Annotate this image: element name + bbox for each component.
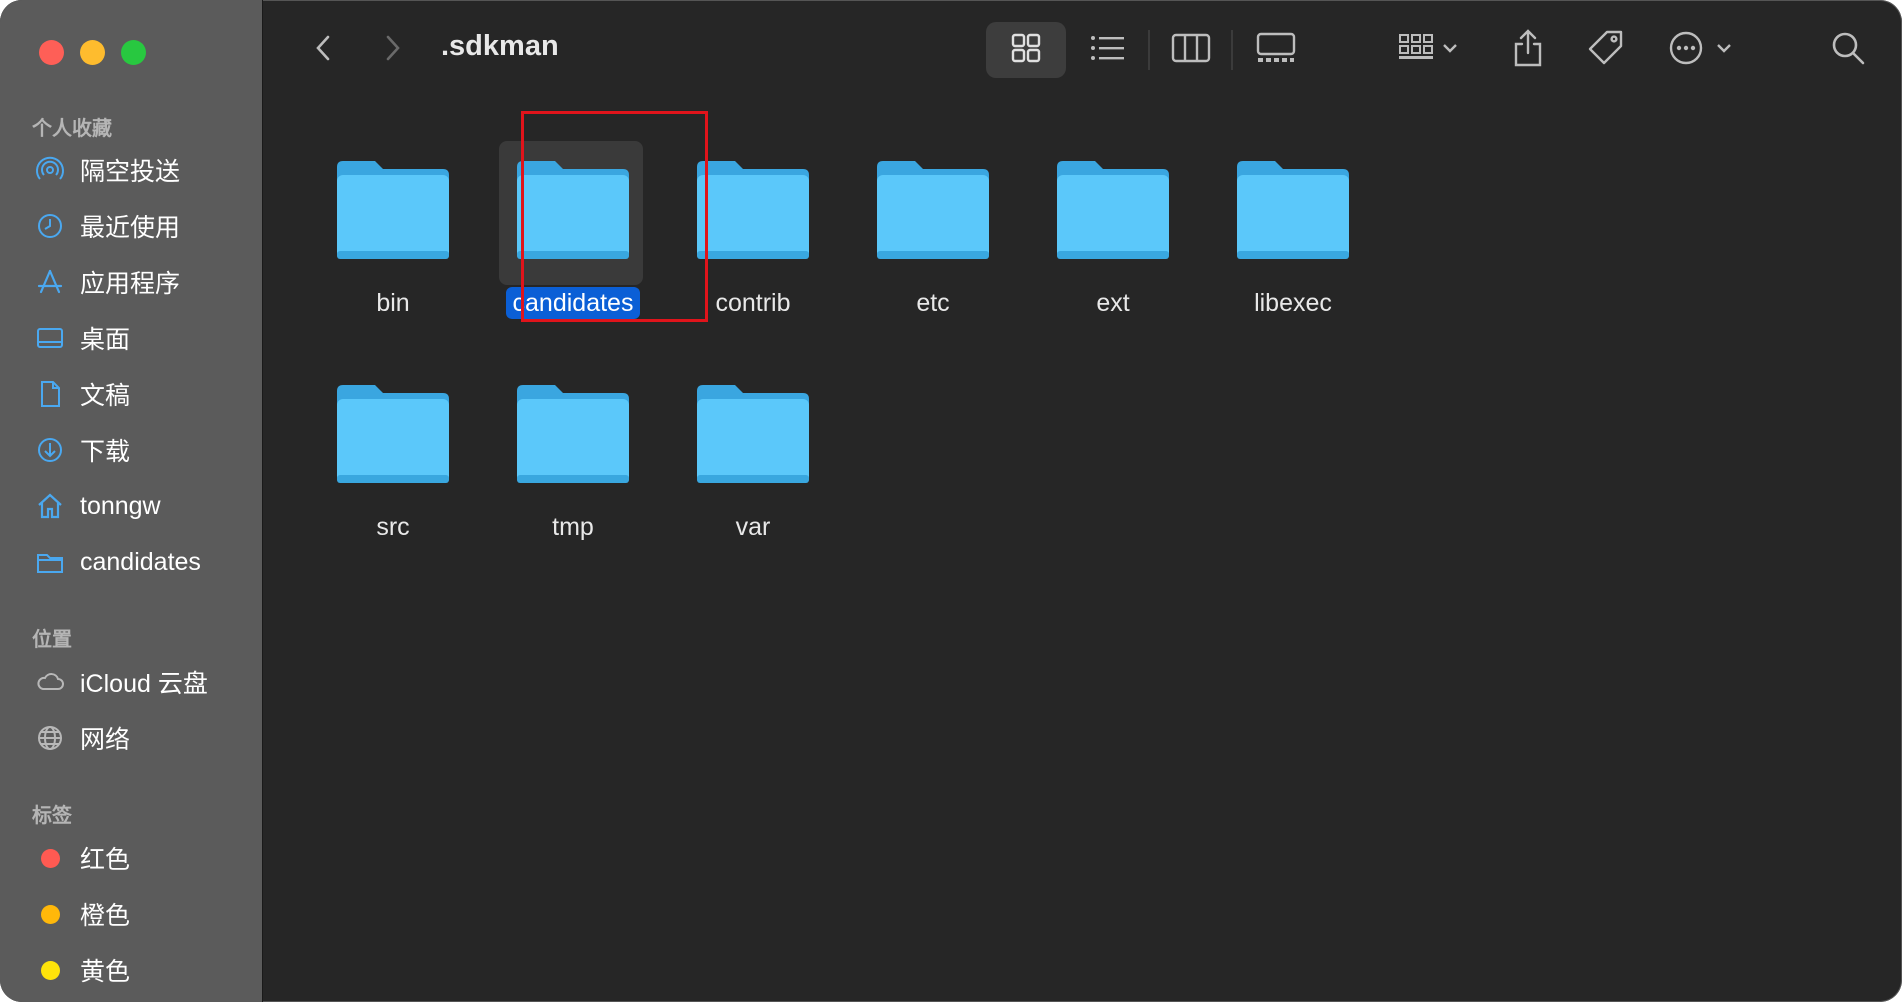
yellow-tag-dot-icon xyxy=(32,955,68,985)
toolbar-divider xyxy=(1231,30,1233,70)
folder-name: libexec xyxy=(1254,289,1332,317)
search-button[interactable] xyxy=(1823,22,1873,78)
sidebar-item-label: iCloud 云盘 xyxy=(80,670,208,698)
folder-item-libexec[interactable]: libexec xyxy=(1198,137,1388,347)
back-button[interactable] xyxy=(303,22,343,78)
gallery-view-icon xyxy=(1256,32,1296,69)
applications-icon xyxy=(32,267,68,297)
search-icon xyxy=(1830,30,1866,71)
window-title: .sdkman xyxy=(441,30,559,62)
folder-icon xyxy=(32,547,68,577)
document-icon xyxy=(32,379,68,409)
group-by-icon xyxy=(1398,32,1458,69)
sidebar-item-tag-red[interactable]: 红色 xyxy=(32,836,130,880)
sidebar-item-network[interactable]: 网络 xyxy=(32,716,130,760)
share-button[interactable] xyxy=(1503,22,1553,78)
clock-icon xyxy=(32,211,68,241)
sidebar-item-downloads[interactable]: 下载 xyxy=(32,428,130,472)
chevron-left-icon xyxy=(313,33,333,68)
sidebar-item-label: 红色 xyxy=(80,846,131,874)
icon-view-button[interactable] xyxy=(986,22,1066,78)
sidebar-item-documents[interactable]: 文稿 xyxy=(32,372,130,416)
folder-item-var[interactable]: var xyxy=(658,361,848,571)
finder-window: 个人收藏 隔空投送 最近使用 应用程序 桌面 文稿 下载 tonngw cand… xyxy=(0,0,1902,1002)
sidebar-item-label: 桌面 xyxy=(80,326,131,354)
group-by-button[interactable] xyxy=(1388,22,1468,78)
sidebar: 个人收藏 隔空投送 最近使用 应用程序 桌面 文稿 下载 tonngw cand… xyxy=(0,0,263,1002)
sidebar-item-label: 下载 xyxy=(80,438,131,466)
orange-tag-dot-icon xyxy=(32,899,68,929)
tag-button[interactable] xyxy=(1581,22,1631,78)
close-window-button[interactable] xyxy=(39,40,64,65)
sidebar-item-desktop[interactable]: 桌面 xyxy=(32,316,130,360)
gallery-view-button[interactable] xyxy=(1238,22,1313,78)
folder-icon xyxy=(697,385,809,483)
sidebar-item-label: 橙色 xyxy=(80,902,131,930)
airdrop-icon xyxy=(32,155,68,185)
cloud-icon xyxy=(32,667,68,697)
folder-icon xyxy=(337,161,449,259)
sidebar-item-label: 文稿 xyxy=(80,382,131,410)
folder-item-src[interactable]: src xyxy=(298,361,488,571)
icon-view-icon xyxy=(1010,32,1042,69)
folder-name: src xyxy=(376,513,410,541)
list-view-icon xyxy=(1090,33,1126,68)
list-view-button[interactable] xyxy=(1073,22,1143,78)
minimize-window-button[interactable] xyxy=(80,40,105,65)
sidebar-section-tags: 标签 xyxy=(32,805,72,827)
folder-name: bin xyxy=(376,289,410,317)
folder-name: var xyxy=(735,513,771,541)
sidebar-item-candidates[interactable]: candidates xyxy=(32,540,201,584)
zoom-window-button[interactable] xyxy=(121,40,146,65)
folder-item-ext[interactable]: ext xyxy=(1018,137,1208,347)
red-tag-dot-icon xyxy=(32,843,68,873)
ellipsis-icon xyxy=(1668,30,1738,71)
folder-icon xyxy=(1057,161,1169,259)
sidebar-item-label: 应用程序 xyxy=(80,270,181,298)
sidebar-item-label: 最近使用 xyxy=(80,214,181,242)
folder-icon xyxy=(517,385,629,483)
sidebar-item-label: 网络 xyxy=(80,726,131,754)
sidebar-item-tag-orange[interactable]: 橙色 xyxy=(32,892,130,936)
sidebar-section-locations: 位置 xyxy=(32,629,72,651)
sidebar-item-tag-yellow[interactable]: 黄色 xyxy=(32,948,130,992)
forward-button[interactable] xyxy=(373,22,413,78)
sidebar-item-airdrop[interactable]: 隔空投送 xyxy=(32,148,180,192)
sidebar-section-favorites: 个人收藏 xyxy=(32,118,112,140)
folder-icon xyxy=(877,161,989,259)
sidebar-item-applications[interactable]: 应用程序 xyxy=(32,260,180,304)
sidebar-item-label: 隔空投送 xyxy=(80,158,181,186)
folder-icon xyxy=(1237,161,1349,259)
folder-name: ext xyxy=(1096,289,1130,317)
home-icon xyxy=(32,491,68,521)
sidebar-item-label: tonngw xyxy=(80,491,161,520)
main-content: .sdkman bin candidates contrib etc ext l… xyxy=(263,0,1902,1002)
toolbar-divider xyxy=(1148,30,1150,70)
folder-name: etc xyxy=(916,289,950,317)
folder-icon xyxy=(697,161,809,259)
folder-icon xyxy=(337,385,449,483)
more-actions-button[interactable] xyxy=(1658,22,1748,78)
sidebar-item-label: candidates xyxy=(80,547,201,576)
sidebar-item-label: 黄色 xyxy=(80,958,131,986)
folder-item-tmp[interactable]: tmp xyxy=(478,361,668,571)
annotation-highlight-box xyxy=(521,111,708,322)
sidebar-item-icloud[interactable]: iCloud 云盘 xyxy=(32,660,208,704)
column-view-button[interactable] xyxy=(1156,22,1226,78)
sidebar-item-home[interactable]: tonngw xyxy=(32,484,161,528)
download-icon xyxy=(32,435,68,465)
column-view-icon xyxy=(1171,32,1211,69)
folder-item-etc[interactable]: etc xyxy=(838,137,1028,347)
folder-name: contrib xyxy=(715,289,791,317)
chevron-right-icon xyxy=(383,33,403,68)
sidebar-item-recents[interactable]: 最近使用 xyxy=(32,204,180,248)
tag-icon xyxy=(1587,29,1625,72)
globe-icon xyxy=(32,723,68,753)
folder-name: tmp xyxy=(552,513,594,541)
folder-item-bin[interactable]: bin xyxy=(298,137,488,347)
desktop-icon xyxy=(32,323,68,353)
share-icon xyxy=(1511,28,1545,73)
